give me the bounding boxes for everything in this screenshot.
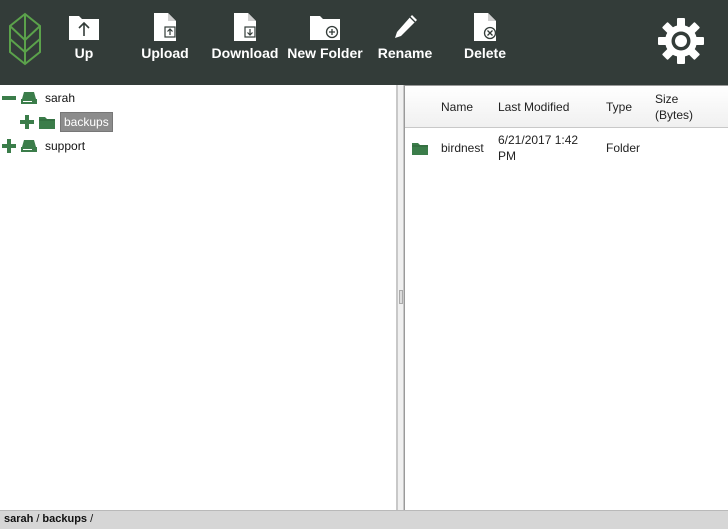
delete-file-icon [474, 13, 497, 41]
breadcrumb-item-backups[interactable]: backups [42, 513, 87, 525]
tree-item-support[interactable]: support [2, 136, 88, 156]
tree-item-label[interactable]: sarah [42, 89, 78, 107]
breadcrumb-separator: / [90, 513, 94, 525]
app-logo-icon [9, 12, 41, 66]
rename-label: Rename [377, 45, 433, 61]
tree-item-sarah[interactable]: sarah [2, 88, 78, 108]
column-header-size[interactable]: Size (Bytes) [655, 91, 693, 123]
up-label: Up [74, 45, 94, 61]
column-header-size-line2: (Bytes) [655, 108, 694, 122]
new-folder-label: New Folder [287, 45, 363, 61]
tree-item-label[interactable]: backups [60, 112, 113, 132]
expand-plus-icon[interactable] [20, 115, 34, 129]
file-modified-line1: 6/21/2017 1:42 [498, 133, 579, 147]
new-folder-button[interactable]: New Folder [287, 12, 363, 72]
upload-label: Upload [141, 45, 189, 61]
file-name-cell: birdnest [441, 141, 484, 155]
file-type-cell: Folder [606, 141, 641, 155]
collapse-minus-icon[interactable] [2, 91, 16, 105]
pencil-icon [395, 15, 417, 38]
upload-file-icon [154, 13, 176, 41]
folder-tree-pane: sarah backups support [0, 85, 397, 510]
folder-icon [412, 143, 428, 155]
drive-icon [21, 140, 37, 152]
up-folder-icon [69, 16, 99, 40]
folder-icon [39, 116, 55, 129]
file-list-pane: Name Last Modified Type Size (Bytes) bir… [404, 85, 728, 510]
column-header-name[interactable]: Name [441, 99, 473, 115]
file-modified-cell: 6/21/2017 1:42 PM [498, 132, 578, 164]
column-header-type[interactable]: Type [606, 99, 632, 115]
expand-plus-icon[interactable] [2, 139, 16, 153]
pane-splitter[interactable] [397, 85, 404, 510]
breadcrumb-separator: / [36, 513, 40, 525]
up-button[interactable]: Up [62, 12, 106, 72]
column-header-size-line1: Size [655, 92, 679, 106]
splitter-collapse-handle-icon[interactable] [399, 290, 403, 304]
breadcrumb: sarah / backups / [0, 510, 728, 529]
file-modified-line2: PM [498, 149, 516, 163]
new-folder-icon [310, 16, 340, 40]
rename-button[interactable]: Rename [377, 12, 433, 72]
file-row[interactable]: birdnest 6/21/2017 1:42 PM Folder [405, 129, 728, 169]
file-list-header: Name Last Modified Type Size (Bytes) [405, 85, 728, 128]
breadcrumb-item-sarah[interactable]: sarah [4, 513, 33, 525]
tree-item-backups[interactable]: backups [20, 112, 113, 132]
download-button[interactable]: Download [211, 12, 279, 72]
delete-button[interactable]: Delete [462, 12, 508, 72]
delete-label: Delete [463, 45, 507, 61]
settings-gear-icon[interactable] [656, 16, 706, 66]
drive-icon [21, 92, 37, 104]
tree-item-label[interactable]: support [42, 137, 88, 155]
toolbar: Up Upload Download New Folder Rename Del… [0, 0, 728, 85]
column-header-last-modified[interactable]: Last Modified [498, 99, 569, 115]
download-file-icon [234, 13, 256, 41]
download-label: Download [211, 45, 279, 61]
upload-button[interactable]: Upload [138, 12, 192, 72]
